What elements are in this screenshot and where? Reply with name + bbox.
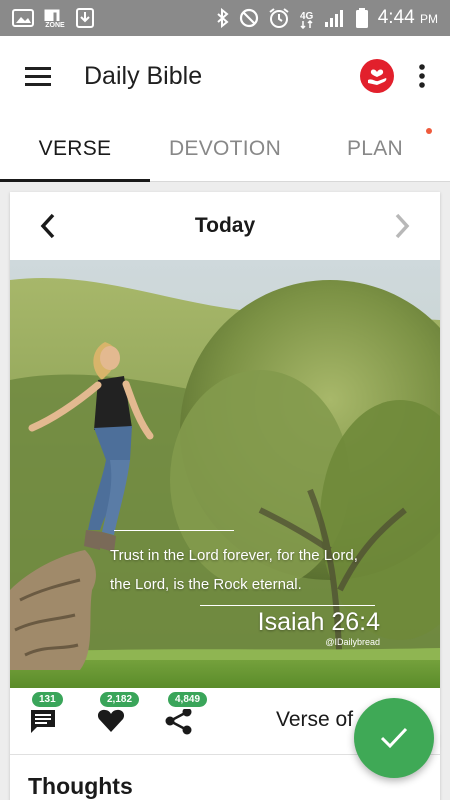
verse-top-rule (114, 530, 234, 531)
app-bar: Daily Bible (0, 36, 450, 116)
verse-reference: Isaiah 26:4 (257, 608, 380, 636)
tab-plan-label: PLAN (346, 136, 404, 160)
signal-icon (324, 8, 346, 28)
more-vertical-icon[interactable] (418, 64, 426, 88)
tab-bar: VERSE DEVOTION PLAN (0, 116, 450, 182)
date-label: Today (194, 214, 256, 237)
chevron-left-icon[interactable] (40, 213, 56, 239)
zone-label: ZONE (45, 21, 65, 29)
notification-dot (426, 128, 432, 134)
comment-count-badge: 131 (30, 690, 65, 709)
verse-of-label: Verse of (276, 708, 354, 731)
check-icon (379, 726, 409, 750)
share-icon (165, 707, 193, 735)
heart-icon (97, 709, 125, 733)
verse-overlay: Trust in the Lord forever, for the Lord,… (110, 530, 380, 647)
battery-icon (355, 7, 369, 29)
tab-devotion-label: DEVOTION (168, 136, 282, 160)
tab-plan[interactable]: PLAN (300, 116, 450, 181)
date-navigator: Today (10, 192, 440, 260)
chevron-right-icon[interactable] (394, 213, 410, 239)
app-title: Daily Bible (84, 61, 203, 90)
share-count-badge: 4,849 (166, 690, 210, 709)
do-not-disturb-icon (239, 8, 259, 28)
4g-icon: 4G (299, 7, 315, 29)
clock: 4:44 PM (377, 7, 438, 28)
comment-icon (29, 708, 57, 734)
tab-verse-label: VERSE (38, 136, 112, 160)
verse-text: Trust in the Lord forever, for the Lord,… (110, 547, 358, 593)
verse-image: Trust in the Lord forever, for the Lord,… (10, 260, 440, 688)
menu-icon[interactable] (24, 65, 52, 87)
tab-devotion[interactable]: DEVOTION (150, 116, 300, 181)
comment-button[interactable]: 131 (28, 690, 65, 736)
bible-app-logo-icon[interactable] (360, 59, 394, 93)
tab-verse[interactable]: VERSE (0, 116, 150, 182)
gallery-icon (12, 9, 34, 27)
status-bar: ZONE 4G 4:44 PM (0, 0, 450, 36)
share-button[interactable]: 4,849 (164, 690, 210, 736)
like-button[interactable]: 2,182 (96, 690, 142, 736)
verse-bottom-rule (200, 605, 375, 606)
alarm-icon (268, 7, 290, 29)
download-icon (76, 8, 94, 28)
like-count-badge: 2,182 (98, 690, 142, 709)
bluetooth-icon (216, 8, 230, 28)
verse-handle: @IDailybread (325, 637, 380, 647)
svg-text:4G: 4G (300, 11, 314, 22)
mzone-icon: ZONE (44, 8, 66, 29)
mark-read-button[interactable] (354, 698, 434, 778)
